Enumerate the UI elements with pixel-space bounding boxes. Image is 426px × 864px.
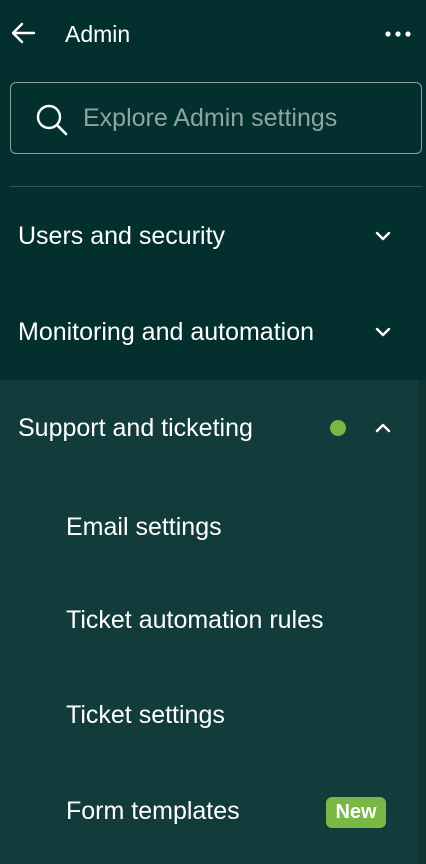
- menu-item-label: Ticket automation rules: [66, 606, 324, 634]
- menu-item-ticket-settings[interactable]: Ticket settings: [0, 668, 418, 762]
- section-label: Monitoring and automation: [18, 318, 315, 346]
- more-options-button[interactable]: [380, 20, 416, 48]
- menu-item-label: Form templates: [66, 797, 240, 825]
- search-box[interactable]: [10, 82, 422, 154]
- chevron-up-icon: [375, 423, 391, 433]
- scrollbar-track[interactable]: [418, 380, 426, 864]
- section-users-and-security[interactable]: Users and security: [0, 188, 418, 284]
- app-header: Admin: [0, 0, 426, 68]
- arrow-left-icon: [11, 22, 36, 44]
- menu-item-label: Email settings: [66, 513, 222, 541]
- status-indicator-dot: [330, 420, 346, 436]
- back-button[interactable]: [8, 18, 38, 48]
- menu-item-ticket-automation-rules[interactable]: Ticket automation rules: [0, 573, 418, 667]
- new-badge: New: [326, 797, 386, 828]
- section-monitoring-and-automation[interactable]: Monitoring and automation: [0, 284, 418, 380]
- menu-item-label: Ticket settings: [66, 701, 225, 729]
- divider: [10, 186, 422, 187]
- more-horizontal-icon: [385, 31, 411, 37]
- page-title: Admin: [65, 21, 131, 47]
- section-label: Users and security: [18, 222, 226, 250]
- search-icon: [36, 104, 68, 136]
- search-input[interactable]: [83, 99, 403, 137]
- section-label: Support and ticketing: [18, 414, 253, 442]
- section-support-and-ticketing[interactable]: Support and ticketing: [0, 380, 418, 476]
- chevron-down-icon: [375, 327, 391, 337]
- menu-item-email-settings[interactable]: Email settings: [0, 480, 418, 574]
- chevron-down-icon: [375, 231, 391, 241]
